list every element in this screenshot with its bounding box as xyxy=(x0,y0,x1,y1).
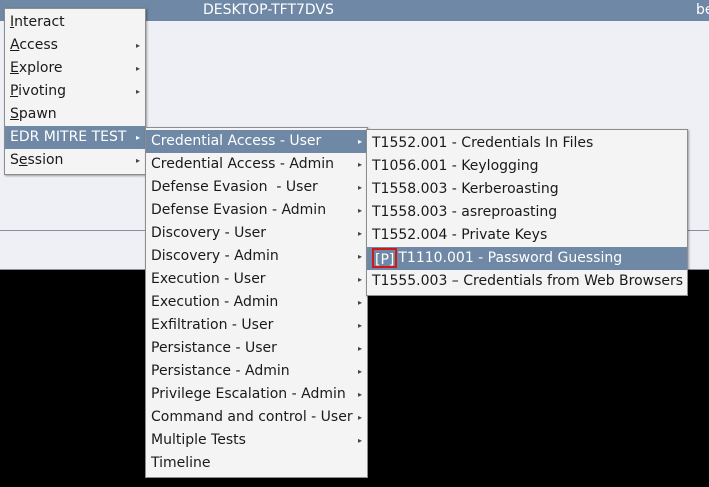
priority-tag: [P] xyxy=(372,248,398,268)
edr-submenu-item-discovery-admin[interactable]: Discovery - Admin ▸ xyxy=(146,245,367,268)
menu-item-label: Credential Access - Admin xyxy=(151,156,335,172)
menu-item-pivoting[interactable]: Pivoting ▸ xyxy=(5,80,145,103)
submenu-arrow-icon: ▸ xyxy=(135,87,140,96)
menu-item-label: Persistance - User xyxy=(151,340,277,356)
submenu-arrow-icon: ▸ xyxy=(357,275,362,284)
submenu-arrow-icon: ▸ xyxy=(135,41,140,50)
edr-submenu-item-command-and-control-user[interactable]: Command and control - User ▸ xyxy=(146,406,367,429)
submenu-arrow-icon: ▸ xyxy=(357,436,362,445)
menu-item-label: T1558.003 - asreproasting xyxy=(372,204,558,220)
menu-item-label: T1552.001 - Credentials In Files xyxy=(372,135,594,151)
submenu-arrow-icon: ▸ xyxy=(357,252,362,261)
menu-item-explore[interactable]: Explore ▸ xyxy=(5,57,145,80)
edr-submenu-item-timeline[interactable]: Timeline xyxy=(146,452,367,475)
submenu-arrow-icon: ▸ xyxy=(357,298,362,307)
edr-submenu-item-persistance-admin[interactable]: Persistance - Admin ▸ xyxy=(146,360,367,383)
menu-item-spawn[interactable]: Spawn xyxy=(5,103,145,126)
menu-item-label: EDR MITRE TEST xyxy=(10,129,127,145)
menu-item-label: T1110.001 - Password Guessing xyxy=(398,250,623,266)
menu-item-label: Interact xyxy=(10,14,65,30)
menu-item-label: Access xyxy=(10,37,58,53)
menu-item-label: Privilege Escalation - Admin xyxy=(151,386,346,402)
titlebar-right-text: be xyxy=(696,2,709,18)
submenu-arrow-icon: ▸ xyxy=(357,183,362,192)
menu-item-interact[interactable]: Interact xyxy=(5,11,145,34)
credential-submenu-item-t1558-003-asreproasting[interactable]: T1558.003 - asreproasting xyxy=(367,201,687,224)
menu-item-edr-mitre-test[interactable]: EDR MITRE TEST ▸ xyxy=(5,126,145,149)
credential-submenu-item-t1558-003-kerberoasting[interactable]: T1558.003 - Kerberoasting xyxy=(367,178,687,201)
credential-submenu-item-t1552-004-private-keys[interactable]: T1552.004 - Private Keys xyxy=(367,224,687,247)
credential-submenu-item-t1056-001-keylogging[interactable]: T1056.001 - Keylogging xyxy=(367,155,687,178)
submenu-arrow-icon: ▸ xyxy=(357,321,362,330)
submenu-credential-access-user: T1552.001 - Credentials In Files T1056.00… xyxy=(366,129,688,296)
edr-submenu-item-execution-user[interactable]: Execution - User ▸ xyxy=(146,268,367,291)
submenu-arrow-icon: ▸ xyxy=(357,229,362,238)
edr-submenu-item-credential-access-user[interactable]: Credential Access - User ▸ xyxy=(146,130,367,153)
menu-item-label: T1555.003 – Credentials from Web Browser… xyxy=(372,273,684,289)
menu-item-label: Exfiltration - User xyxy=(151,317,274,333)
edr-submenu-item-credential-access-admin[interactable]: Credential Access - Admin ▸ xyxy=(146,153,367,176)
menu-item-label: Execution - User xyxy=(151,271,266,287)
submenu-arrow-icon: ▸ xyxy=(135,64,140,73)
menu-item-label: Timeline xyxy=(151,455,211,471)
edr-submenu-item-persistance-user[interactable]: Persistance - User ▸ xyxy=(146,337,367,360)
context-menu-main: Interact Access ▸ Explore ▸ Pivoting ▸ Spawn EDR… xyxy=(4,8,146,175)
edr-submenu-item-exfiltration-user[interactable]: Exfiltration - User ▸ xyxy=(146,314,367,337)
edr-submenu-item-discovery-user[interactable]: Discovery - User ▸ xyxy=(146,222,367,245)
menu-item-label: Pivoting xyxy=(10,83,67,99)
edr-submenu-item-privilege-escalation-admin[interactable]: Privilege Escalation - Admin ▸ xyxy=(146,383,367,406)
menu-item-session[interactable]: Session ▸ xyxy=(5,149,145,172)
edr-submenu-item-multiple-tests[interactable]: Multiple Tests ▸ xyxy=(146,429,367,452)
submenu-arrow-icon: ▸ xyxy=(357,160,362,169)
submenu-arrow-icon: ▸ xyxy=(357,137,362,146)
menu-item-access[interactable]: Access ▸ xyxy=(5,34,145,57)
menu-item-label: Defense Evasion - Admin xyxy=(151,202,327,218)
menu-item-label: T1558.003 - Kerberoasting xyxy=(372,181,559,197)
menu-item-label: Credential Access - User xyxy=(151,133,322,149)
menu-item-label: Spawn xyxy=(10,106,57,122)
edr-submenu-item-execution-admin[interactable]: Execution - Admin ▸ xyxy=(146,291,367,314)
menu-item-label: T1056.001 - Keylogging xyxy=(372,158,539,174)
window-title: DESKTOP-TFT7DVS xyxy=(203,2,334,18)
menu-item-label: Explore xyxy=(10,60,63,76)
edr-submenu-item-defense-evasion-admin[interactable]: Defense Evasion - Admin ▸ xyxy=(146,199,367,222)
submenu-arrow-icon: ▸ xyxy=(357,206,362,215)
edr-submenu-item-defense-evasion-user[interactable]: Defense Evasion - User ▸ xyxy=(146,176,367,199)
menu-item-label: T1552.004 - Private Keys xyxy=(372,227,548,243)
menu-item-label: Multiple Tests xyxy=(151,432,246,448)
submenu-arrow-icon: ▸ xyxy=(135,133,140,142)
submenu-arrow-icon: ▸ xyxy=(357,390,362,399)
credential-submenu-item-t1555-003-credentials-from-web-browsers[interactable]: T1555.003 – Credentials from Web Browser… xyxy=(367,270,687,293)
submenu-arrow-icon: ▸ xyxy=(357,367,362,376)
credential-submenu-item-t1110-001-password-guessing[interactable]: [P] T1110.001 - Password Guessing xyxy=(367,247,687,270)
submenu-arrow-icon: ▸ xyxy=(135,156,140,165)
credential-submenu-item-t1552-001-credentials-in-files[interactable]: T1552.001 - Credentials In Files xyxy=(367,132,687,155)
submenu-edr-mitre-test: Credential Access - User ▸ Credential Acce… xyxy=(145,127,368,478)
menu-item-label: Discovery - User xyxy=(151,225,267,241)
submenu-arrow-icon: ▸ xyxy=(357,344,362,353)
menu-item-label: Session xyxy=(10,152,64,168)
menu-item-label: Discovery - Admin xyxy=(151,248,279,264)
menu-item-label: Defense Evasion - User xyxy=(151,179,318,195)
menu-item-label: Persistance - Admin xyxy=(151,363,290,379)
menu-item-label: Execution - Admin xyxy=(151,294,279,310)
submenu-arrow-icon: ▸ xyxy=(357,413,362,422)
menu-item-label: Command and control - User xyxy=(151,409,353,425)
